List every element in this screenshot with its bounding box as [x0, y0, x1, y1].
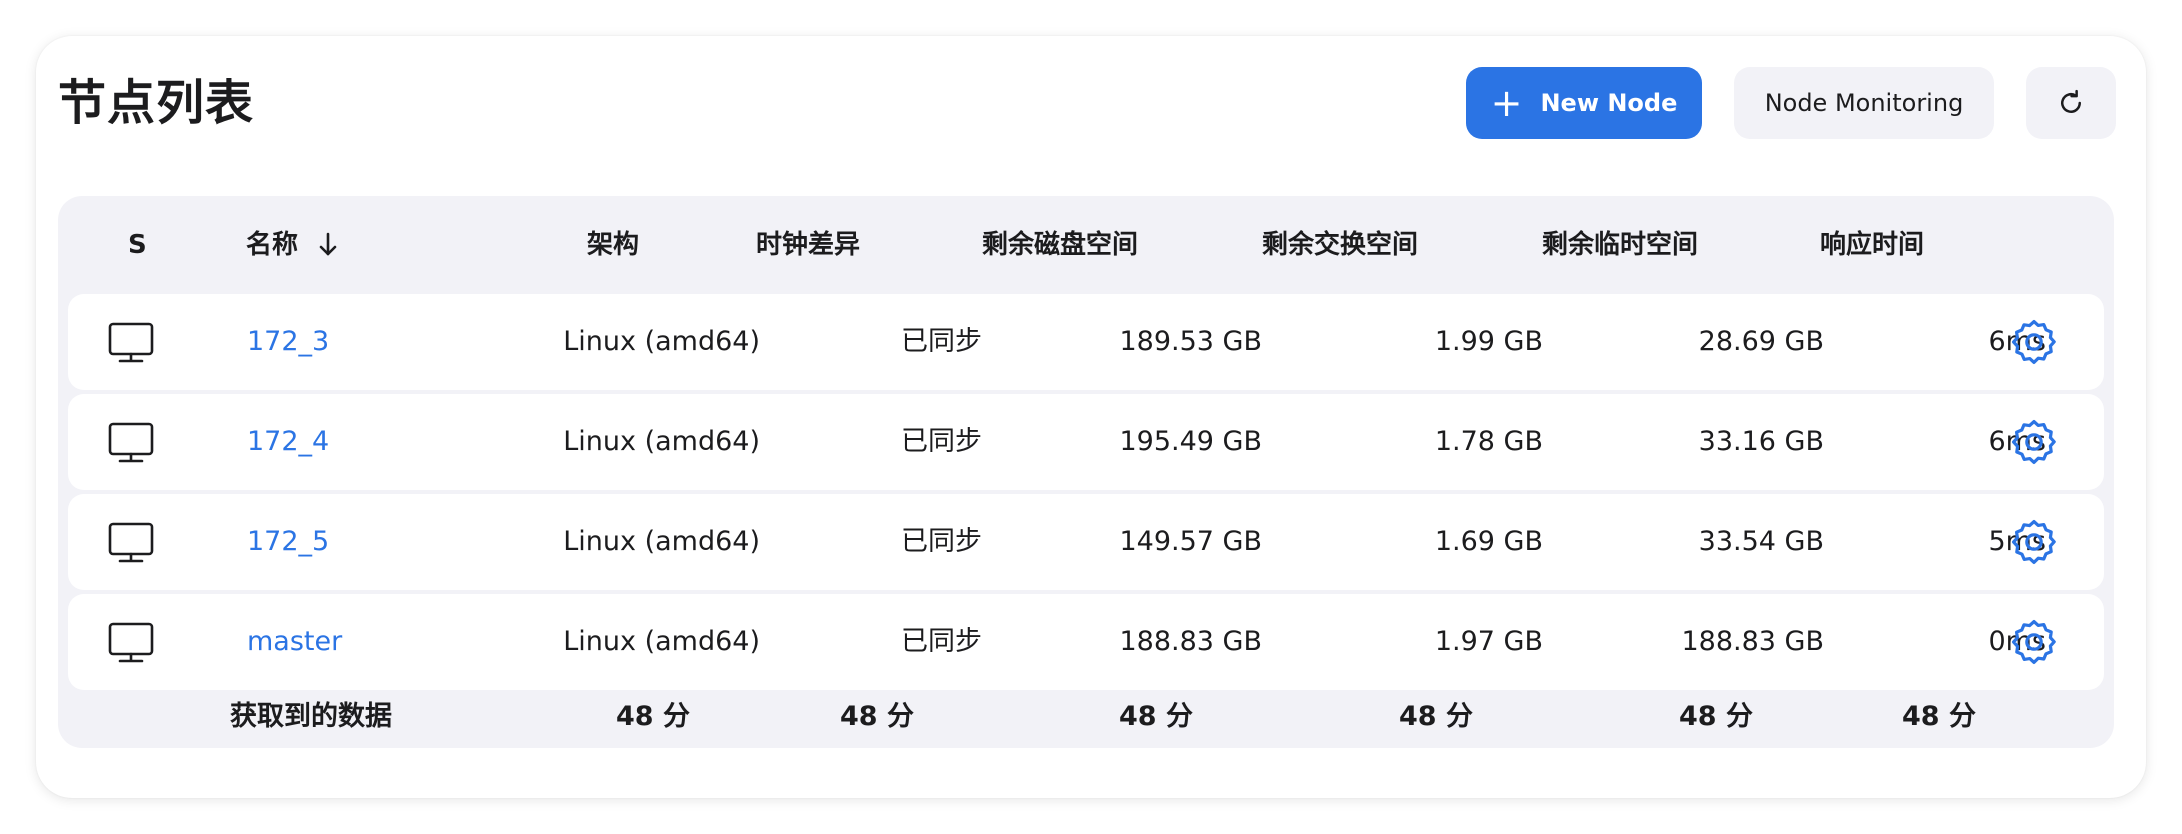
refresh-button[interactable]: [2026, 67, 2116, 139]
page-title: 节点列表: [58, 75, 255, 131]
footer-swap: 48 分: [1399, 701, 1473, 732]
node-disk: 195.49 GB: [1119, 426, 1262, 457]
header-swap[interactable]: 剩余交换空间: [1262, 222, 1418, 268]
table-row[interactable]: master Linux (amd64) 已同步 188.83 GB 1.97 …: [68, 594, 2104, 690]
footer-label: 获取到的数据: [230, 701, 392, 732]
node-temp: 188.83 GB: [1681, 626, 1824, 657]
node-name-link[interactable]: 172_5: [247, 494, 329, 590]
header-temp[interactable]: 剩余临时空间: [1542, 222, 1698, 268]
refresh-icon: [2061, 89, 2081, 113]
node-disk: 188.83 GB: [1119, 626, 1262, 657]
node-arch: Linux (amd64): [563, 426, 760, 457]
table-row[interactable]: 172_5 Linux (amd64) 已同步 149.57 GB 1.69 G…: [68, 494, 2104, 590]
gear-icon[interactable]: [2010, 518, 2058, 566]
monitor-icon: [108, 622, 154, 663]
node-monitoring-button[interactable]: Node Monitoring: [1734, 67, 1994, 139]
footer-clock: 48 分: [840, 701, 914, 732]
node-name-link[interactable]: 172_3: [247, 294, 329, 390]
monitor-icon: [108, 522, 154, 563]
table-row[interactable]: 172_3 Linux (amd64) 已同步 189.53 GB 1.99 G…: [68, 294, 2104, 390]
table-row[interactable]: 172_4 Linux (amd64) 已同步 195.49 GB 1.78 G…: [68, 394, 2104, 490]
header-clock[interactable]: 时钟差异: [756, 222, 860, 268]
node-disk: 149.57 GB: [1119, 526, 1262, 557]
monitor-icon: [108, 322, 154, 363]
node-arch: Linux (amd64): [563, 626, 760, 657]
node-temp: 33.16 GB: [1698, 426, 1824, 457]
node-disk: 189.53 GB: [1119, 326, 1262, 357]
node-temp: 28.69 GB: [1698, 326, 1824, 357]
gear-icon[interactable]: [2010, 318, 2058, 366]
node-clock: 已同步: [901, 626, 982, 657]
monitor-icon: [108, 422, 154, 463]
new-node-label: New Node: [1540, 89, 1678, 117]
node-swap: 1.69 GB: [1434, 526, 1543, 557]
header-name-label: 名称: [246, 230, 299, 260]
header-arch[interactable]: 架构: [587, 222, 639, 268]
gear-icon[interactable]: [2010, 618, 2058, 666]
footer-disk: 48 分: [1119, 701, 1193, 732]
footer-temp: 48 分: [1679, 701, 1753, 732]
node-swap: 1.78 GB: [1434, 426, 1543, 457]
node-temp: 33.54 GB: [1698, 526, 1824, 557]
footer-response: 48 分: [1902, 701, 1976, 732]
header-status[interactable]: S: [128, 222, 147, 268]
node-name-link[interactable]: master: [247, 594, 342, 690]
new-node-button[interactable]: + New Node: [1466, 67, 1702, 139]
node-name-link[interactable]: 172_4: [247, 394, 329, 490]
header-response[interactable]: 响应时间: [1820, 222, 1924, 268]
arrow-down-icon: [319, 232, 337, 256]
node-arch: Linux (amd64): [563, 326, 760, 357]
node-monitoring-label: Node Monitoring: [1764, 89, 1964, 117]
node-clock: 已同步: [901, 326, 982, 357]
node-arch: Linux (amd64): [563, 526, 760, 557]
node-clock: 已同步: [901, 426, 982, 457]
footer-arch: 48 分: [616, 701, 690, 732]
gear-icon[interactable]: [2010, 418, 2058, 466]
plus-icon: +: [1490, 81, 1523, 125]
node-clock: 已同步: [901, 526, 982, 557]
header-name[interactable]: 名称: [246, 222, 339, 268]
header-disk[interactable]: 剩余磁盘空间: [982, 222, 1138, 268]
node-swap: 1.97 GB: [1434, 626, 1543, 657]
node-swap: 1.99 GB: [1434, 326, 1543, 357]
